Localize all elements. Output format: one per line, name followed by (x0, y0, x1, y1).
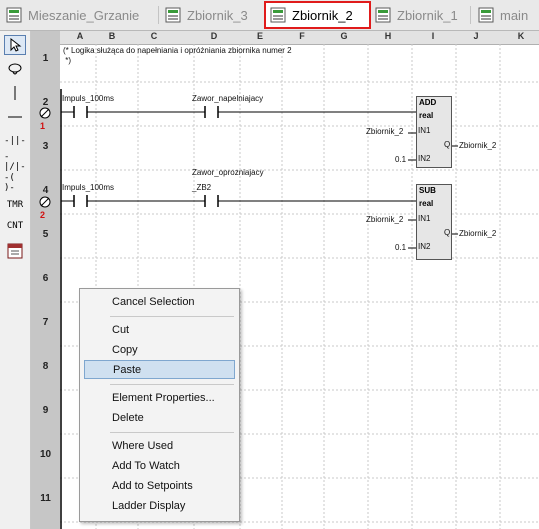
pointer-icon (10, 38, 22, 52)
table-icon (7, 243, 23, 259)
tab-zbiornik-3[interactable]: Zbiornik_3 (165, 3, 248, 27)
ladder-file-icon (165, 7, 181, 23)
column-label: E (256, 31, 263, 41)
row-number: 3 (42, 141, 49, 152)
block-subtype: real (419, 199, 434, 208)
menu-item-delete[interactable]: Delete (84, 409, 235, 428)
block-input-label: IN1 (418, 214, 431, 223)
contact-label[interactable]: Impuls_100ms (62, 94, 114, 103)
block-output-var[interactable]: Zbiornik_2 (459, 141, 496, 150)
sub-function-block[interactable]: SUB real IN1 IN2 Q (416, 184, 452, 260)
timer-tool[interactable]: TMR (4, 195, 26, 215)
ladder-file-icon (375, 7, 391, 23)
tab-label: Mieszanie_Grzanie (28, 7, 140, 23)
tab-zbiornik-1[interactable]: Zbiornik_1 (375, 3, 458, 27)
menu-separator (110, 432, 234, 433)
rung-break-icon[interactable] (38, 106, 52, 120)
counter-tool[interactable]: CNT (4, 216, 26, 236)
tab-main[interactable]: main (478, 3, 528, 27)
column-label: K (517, 31, 525, 41)
rung-break-icon[interactable] (38, 195, 52, 209)
menu-item-ladder-display[interactable]: Ladder Display (84, 497, 235, 516)
row-number: 6 (42, 273, 49, 284)
tab-bar: Mieszanie_Grzanie Zbiornik_3 Zbiornik_2 … (0, 0, 539, 31)
block-subtype: real (419, 111, 434, 120)
tab-zbiornik-2[interactable]: Zbiornik_2 (264, 1, 371, 29)
menu-item-where-used[interactable]: Where Used (84, 437, 235, 456)
column-label: G (340, 31, 348, 41)
menu-separator (110, 316, 234, 317)
block-output-var[interactable]: Zbiornik_2 (459, 229, 496, 238)
column-label: D (210, 31, 218, 41)
column-label: I (431, 31, 435, 41)
ladder-file-icon (478, 7, 494, 23)
block-input-var[interactable]: 0.1 (395, 243, 406, 252)
row-number: 11 (40, 493, 51, 504)
pointer-tool[interactable] (4, 35, 26, 55)
menu-item-cut[interactable]: Cut (84, 321, 235, 340)
menu-separator (110, 384, 234, 385)
output-coil-tool[interactable]: -( )- (4, 173, 26, 193)
block-input-var[interactable]: 0.1 (395, 155, 406, 164)
block-type: ADD (419, 98, 437, 107)
tab-separator (158, 6, 159, 24)
row-number: 7 (42, 317, 49, 328)
ladder-file-icon (270, 7, 286, 23)
contact-label[interactable]: Zawor_napelniajacy (192, 94, 263, 103)
block-output-label: Q (444, 228, 451, 237)
block-type: SUB (419, 186, 436, 195)
tab-label: Zbiornik_3 (187, 7, 248, 23)
contact-label[interactable]: Impuls_100ms (62, 183, 114, 192)
block-output-label: Q (444, 140, 451, 149)
column-header: A B C D E F G H I J K (60, 31, 539, 45)
tab-mieszanie-grzanie[interactable]: Mieszanie_Grzanie (6, 3, 139, 27)
rung-number: 2 (40, 210, 46, 220)
block-input-label: IN2 (418, 154, 431, 163)
column-label: A (76, 31, 84, 41)
horizontal-line-tool[interactable] (4, 107, 26, 127)
column-label: F (299, 31, 305, 41)
ladder-file-icon (6, 7, 22, 23)
row-number: 1 (42, 53, 49, 64)
element-toolbox: -||- -|/|- -( )- TMR CNT (0, 31, 31, 529)
add-function-block[interactable]: ADD real IN1 IN2 Q (416, 96, 452, 168)
menu-item-add-to-watch[interactable]: Add To Watch (84, 457, 235, 476)
coil-icon (8, 63, 22, 75)
column-label: B (108, 31, 116, 41)
rung-number: 1 (40, 121, 46, 131)
tab-label: Zbiornik_2 (292, 7, 353, 23)
contact-label[interactable]: Zawor_oprozniajacy (192, 168, 264, 177)
contact-label[interactable]: _ZB2 (192, 183, 211, 192)
context-menu: Cancel Selection Cut Copy Paste Element … (79, 288, 240, 522)
menu-item-cancel-selection[interactable]: Cancel Selection (84, 293, 235, 312)
horizontal-line-icon (8, 116, 22, 118)
function-block-tool[interactable] (4, 241, 26, 261)
menu-item-copy[interactable]: Copy (84, 341, 235, 360)
tab-separator (470, 6, 471, 24)
column-label: J (473, 31, 479, 41)
block-input-var[interactable]: Zbiornik_2 (366, 127, 403, 136)
coil-tool[interactable] (4, 59, 26, 79)
nc-contact-tool[interactable]: -|/|- (4, 152, 26, 172)
block-input-label: IN2 (418, 242, 431, 251)
vertical-line-icon (14, 86, 16, 100)
block-input-var[interactable]: Zbiornik_2 (366, 215, 403, 224)
column-label: C (150, 31, 158, 41)
menu-item-paste[interactable]: Paste (84, 360, 235, 379)
rung-comment: (* Logika służąca do napełniania i opróż… (63, 46, 292, 65)
tab-label: Zbiornik_1 (397, 7, 458, 23)
row-number: 9 (42, 405, 49, 416)
row-number: 5 (42, 229, 49, 240)
block-input-label: IN1 (418, 126, 431, 135)
row-number: 10 (39, 449, 52, 460)
row-number: 8 (42, 361, 49, 372)
vertical-line-tool[interactable] (4, 83, 26, 103)
menu-item-add-to-setpoints[interactable]: Add to Setpoints (84, 477, 235, 496)
column-label: H (384, 31, 392, 41)
tab-label: main (500, 7, 529, 23)
menu-item-element-properties[interactable]: Element Properties... (84, 389, 235, 408)
no-contact-tool[interactable]: -||- (4, 131, 26, 151)
